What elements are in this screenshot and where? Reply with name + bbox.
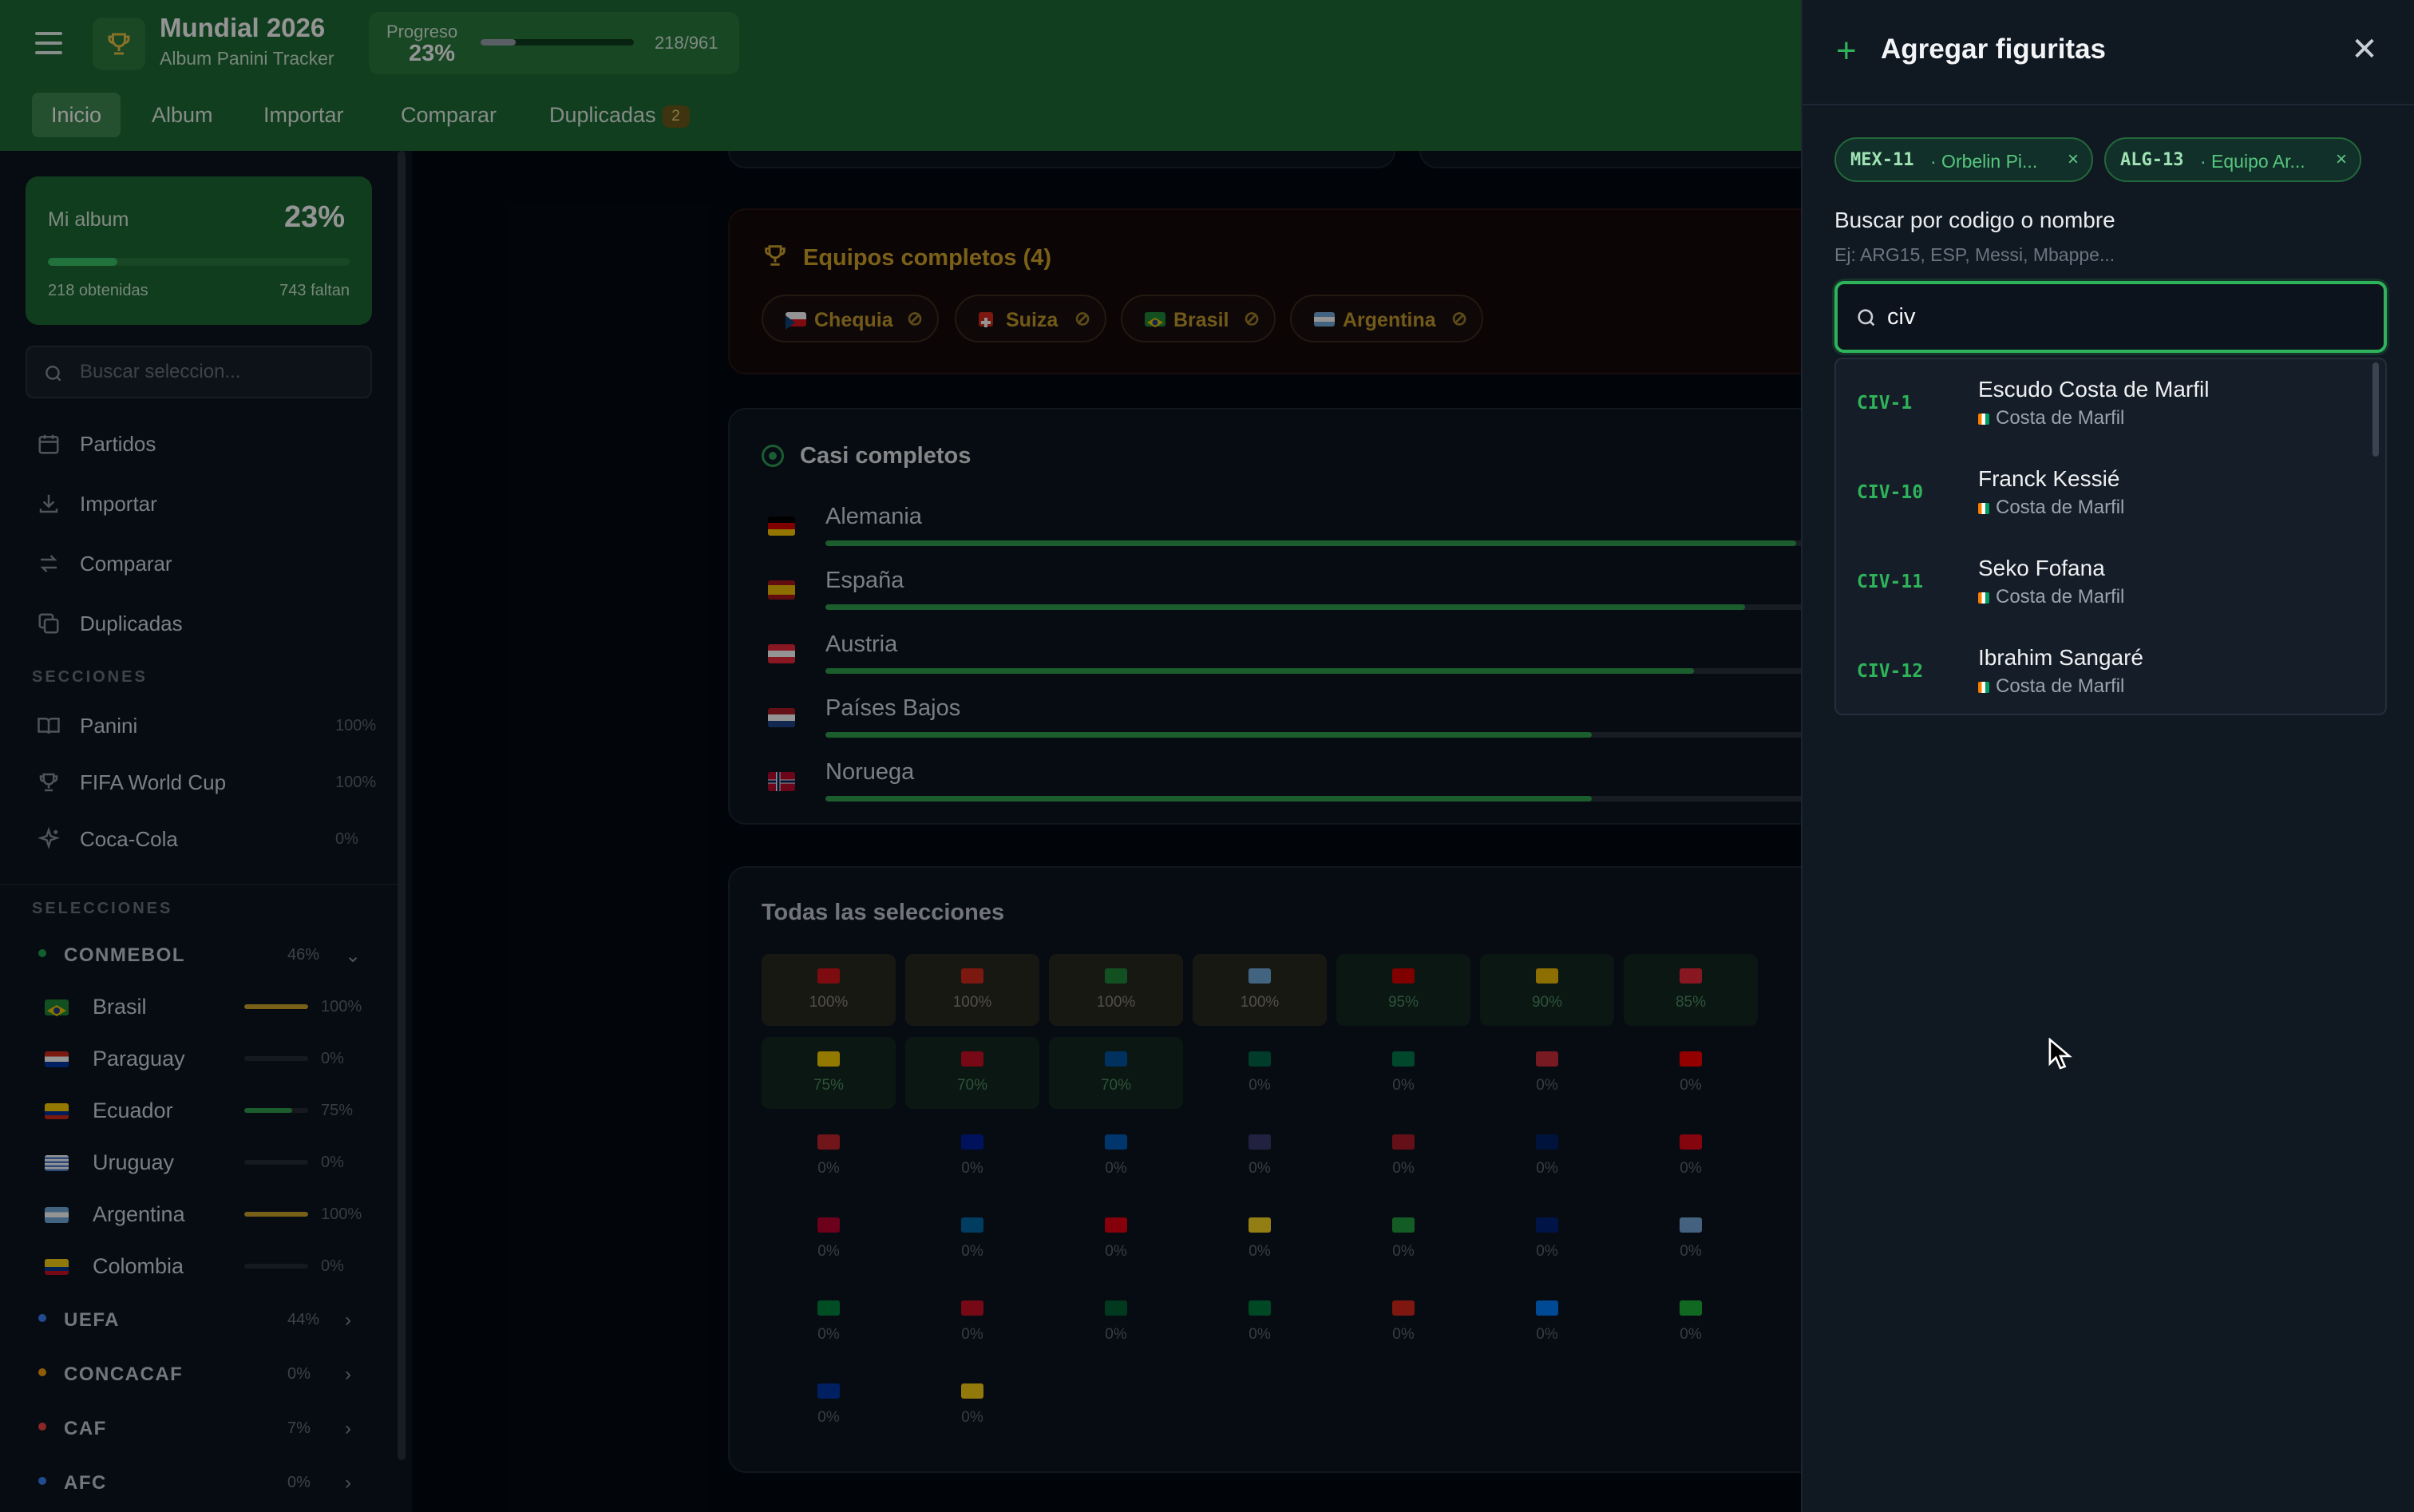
result-code: CIV-10 (1857, 482, 1924, 503)
search-result-item[interactable]: CIV-12 Ibrahim Sangaré Costa de Marfil (1836, 627, 2366, 714)
sticker-search-input[interactable] (1887, 299, 2350, 335)
remove-chip-icon[interactable]: × (2336, 148, 2347, 171)
result-name: Seko Fofana (1978, 556, 2105, 580)
result-team: Costa de Marfil (1996, 407, 2125, 429)
search-hint: Ej: ARG15, ESP, Messi, Mbappe... (1834, 244, 2115, 265)
mouse-cursor-icon (2048, 1038, 2072, 1070)
selected-sticker-chip[interactable]: ALG-13 · Equipo Ar... × (2104, 137, 2361, 182)
agregar-figuritas-drawer: + Agregar figuritas ✕ MEX-11 · Orbelin P… (1801, 0, 2414, 1512)
result-team: Costa de Marfil (1996, 675, 2125, 697)
result-team: Costa de Marfil (1996, 497, 2125, 518)
selected-sticker-code: ALG-13 (2120, 150, 2184, 170)
search-results-dropdown: CIV-1 Escudo Costa de Marfil Costa de Marf… (1834, 358, 2387, 715)
results-scrollbar[interactable] (2372, 362, 2379, 457)
drawer-title: Agregar figuritas (1881, 34, 2106, 65)
close-icon[interactable]: ✕ (2345, 30, 2384, 69)
search-label: Buscar por codigo o nombre (1834, 208, 2115, 232)
selected-sticker-chip[interactable]: MEX-11 · Orbelin Pi... × (1834, 137, 2093, 182)
search-icon (1858, 309, 1875, 327)
result-team: Costa de Marfil (1996, 586, 2125, 608)
modal-backdrop[interactable] (0, 0, 1801, 1512)
remove-chip-icon[interactable]: × (2068, 148, 2079, 171)
drawer-header: + Agregar figuritas ✕ (1803, 0, 2414, 105)
sticker-search-field[interactable] (1834, 281, 2387, 353)
search-result-item[interactable]: CIV-10 Franck Kessié Costa de Marfil (1836, 449, 2366, 538)
ivory-coast-flag-icon (1978, 592, 1989, 604)
ivory-coast-flag-icon (1978, 503, 1989, 514)
result-name: Ibrahim Sangaré (1978, 645, 2144, 670)
selected-sticker-code: MEX-11 (1850, 150, 1914, 170)
result-name: Franck Kessié (1978, 466, 2120, 491)
search-result-item[interactable]: CIV-11 Seko Fofana Costa de Marfil (1836, 538, 2366, 627)
ivory-coast-flag-icon (1978, 682, 1989, 693)
result-code: CIV-1 (1857, 393, 1913, 414)
result-code: CIV-12 (1857, 661, 1924, 682)
result-name: Escudo Costa de Marfil (1978, 377, 2210, 402)
result-code: CIV-11 (1857, 572, 1924, 592)
ivory-coast-flag-icon (1978, 414, 1989, 425)
selected-sticker-name: · Orbelin Pi... (1930, 151, 2038, 172)
selected-sticker-name: · Equipo Ar... (2200, 151, 2305, 172)
plus-icon: + (1836, 31, 1857, 70)
search-result-item[interactable]: CIV-1 Escudo Costa de Marfil Costa de Marf… (1836, 359, 2366, 449)
